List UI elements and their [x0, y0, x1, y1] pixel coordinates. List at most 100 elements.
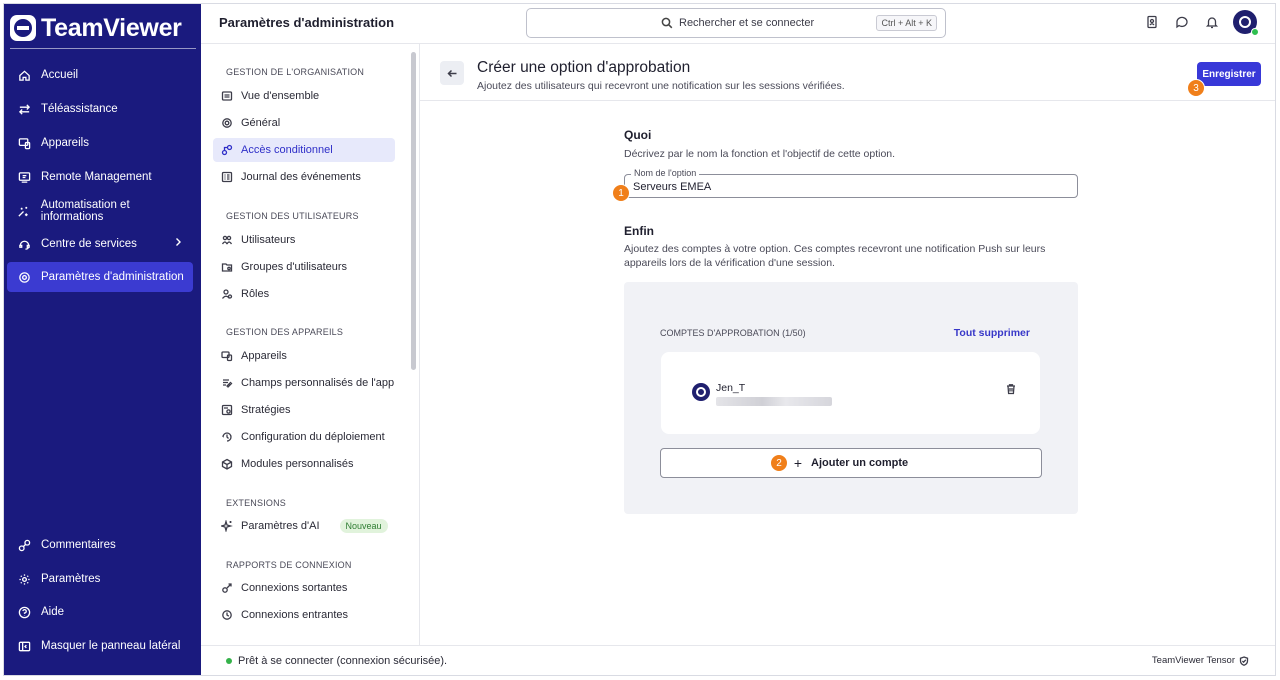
nav-item-label: Téléassistance: [41, 103, 118, 115]
add-account-button[interactable]: + Ajouter un compte: [660, 448, 1042, 478]
submenu-item-label: Modules personnalisés: [241, 458, 354, 470]
overview-icon: [221, 90, 233, 102]
save-button[interactable]: Enregistrer: [1197, 62, 1261, 86]
modules-icon: [221, 458, 233, 470]
submenu-item-connexions-entrantes[interactable]: Connexions entrantes: [213, 603, 395, 627]
policies-icon: [221, 404, 233, 416]
remote-management-icon: [17, 170, 31, 184]
submenu-item-connexions-sortantes[interactable]: Connexions sortantes: [213, 576, 395, 600]
bell-icon[interactable]: [1205, 15, 1219, 29]
section-heading-appareils: GESTION DES APPAREILS: [226, 327, 344, 337]
page-subtitle: Ajoutez des utilisateurs qui recevront u…: [477, 80, 845, 92]
submenu-item-acces-conditionnel[interactable]: Accès conditionnel: [213, 138, 395, 162]
approvers-count-heading: COMPTES D'APPROBATION (1/50): [660, 328, 806, 338]
status-bar: Prêt à se connecter (connexion sécurisée…: [201, 645, 1275, 675]
option-name-field[interactable]: Nom de l'option: [624, 168, 1078, 198]
option-name-input[interactable]: [633, 181, 1063, 193]
account-avatar: [692, 383, 710, 401]
submenu-item-journal-evenements[interactable]: Journal des événements: [213, 165, 395, 189]
submenu-item-groupes-utilisateurs[interactable]: Groupes d'utilisateurs: [213, 255, 395, 279]
nav-item-parametres-administration[interactable]: Paramètres d'administration: [7, 262, 193, 292]
top-bar: Paramètres d'administration Rechercher e…: [201, 4, 1275, 44]
submenu-item-modules-personnalises[interactable]: Modules personnalisés: [213, 452, 395, 476]
brand[interactable]: TeamViewer: [10, 12, 182, 44]
connection-status-icon: [226, 658, 232, 664]
nav-item-label: Paramètres d'administration: [41, 271, 184, 283]
contacts-icon[interactable]: [1145, 15, 1159, 29]
chevron-right-icon: [173, 237, 183, 250]
submenu-item-strategies[interactable]: Stratégies: [213, 398, 395, 422]
nav-item-appareils[interactable]: Appareils: [7, 128, 193, 158]
step-badge-1: 1: [612, 184, 630, 202]
nav-item-commentaires[interactable]: Commentaires: [7, 530, 193, 560]
submenu-item-label: Champs personnalisés de l'app: [241, 377, 395, 389]
submenu-item-parametres-ai[interactable]: Paramètres d'AI Nouveau: [213, 514, 395, 538]
feedback-icon: [17, 538, 31, 552]
trash-icon[interactable]: [1005, 383, 1017, 398]
nav-item-remote-management[interactable]: Remote Management: [7, 162, 193, 192]
nav-item-teleassistance[interactable]: Téléassistance: [7, 94, 193, 124]
deployment-icon: [221, 431, 233, 443]
nav-item-accueil[interactable]: Accueil: [7, 60, 193, 90]
submenu-scrollbar[interactable]: [411, 52, 416, 370]
clear-all-link[interactable]: Tout supprimer: [954, 327, 1030, 339]
nav-item-label: Automatisation et informations: [40, 199, 130, 223]
nav-item-automatisation[interactable]: Automatisation et informations: [7, 196, 193, 226]
submenu-item-label: Groupes d'utilisateurs: [241, 261, 348, 273]
submenu-item-utilisateurs[interactable]: Utilisateurs: [213, 228, 395, 252]
shield-check-icon: [1235, 655, 1249, 666]
submenu-item-general[interactable]: Général: [213, 111, 395, 135]
custom-fields-icon: [221, 377, 233, 389]
service-center-icon: [17, 237, 31, 251]
account-name: Jen_T: [716, 382, 746, 394]
gear-icon: [221, 117, 233, 129]
section-heading-extensions: EXTENSIONS: [226, 498, 287, 508]
incoming-connections-icon: [221, 609, 233, 621]
nav-item-parametres[interactable]: Paramètres: [7, 564, 193, 594]
nav-item-centre-de-services[interactable]: Centre de services: [7, 229, 193, 259]
submenu-item-roles[interactable]: Rôles: [213, 282, 395, 306]
section-title-what: Quoi: [624, 128, 652, 142]
user-avatar[interactable]: [1233, 10, 1259, 36]
main-content: Créer une option d'approbation Ajoutez d…: [420, 44, 1275, 645]
submenu-item-vue-ensemble[interactable]: Vue d'ensemble: [213, 84, 395, 108]
nav-item-label: Appareils: [41, 137, 89, 149]
submenu-item-label: Configuration du déploiement: [241, 431, 385, 443]
submenu-item-configuration-deploiement[interactable]: Configuration du déploiement: [213, 425, 395, 449]
search-icon: [661, 17, 673, 32]
collapse-panel-icon: [17, 639, 31, 653]
status-text: Prêt à se connecter (connexion sécurisée…: [238, 655, 448, 667]
nav-item-label: Accueil: [41, 69, 79, 81]
submenu-item-label: Connexions entrantes: [241, 609, 349, 621]
section-desc-what: Décrivez par le nom la fonction et l'obj…: [624, 148, 896, 160]
section-heading-utilisateurs: GESTION DES UTILISATEURS: [226, 211, 359, 221]
help-icon: [17, 605, 31, 619]
app-window: TeamViewer Accueil Téléassistance Appare…: [3, 3, 1276, 676]
back-button[interactable]: [440, 61, 464, 85]
search-shortcut: Ctrl + Alt + K: [876, 15, 937, 31]
teamviewer-logo-icon: [10, 15, 36, 41]
section-heading-rapports: RAPPORTS DE CONNEXION: [226, 560, 352, 570]
account-card: Jen_T: [661, 352, 1040, 434]
users-icon: [221, 234, 233, 246]
page-header: Créer une option d'approbation Ajoutez d…: [420, 44, 1275, 101]
nav-item-aide[interactable]: Aide: [7, 597, 193, 627]
main-navigation: TeamViewer Accueil Téléassistance Appare…: [4, 4, 201, 675]
nav-item-masquer-panneau[interactable]: Masquer le panneau latéral: [7, 631, 193, 661]
step-badge-2: 2: [770, 454, 788, 472]
chat-icon[interactable]: [1175, 15, 1189, 29]
submenu-item-label: Utilisateurs: [241, 234, 296, 246]
search-input[interactable]: Rechercher et se connecter Ctrl + Alt + …: [526, 8, 946, 38]
submenu-item-champs-personnalises[interactable]: Champs personnalisés de l'app: [213, 371, 395, 395]
submenu-item-label: Stratégies: [241, 404, 291, 416]
submenu-item-label: Journal des événements: [241, 171, 361, 183]
search-placeholder: Rechercher et se connecter: [679, 17, 815, 29]
top-actions: [1129, 10, 1259, 36]
nav-item-label: Masquer le panneau latéral: [41, 640, 181, 652]
submenu-item-appareils[interactable]: Appareils: [213, 344, 395, 368]
submenu-item-label: Appareils: [241, 350, 287, 362]
admin-settings-icon: [17, 270, 31, 284]
devices-icon: [17, 136, 31, 150]
submenu-item-label: Paramètres d'AI: [241, 520, 320, 532]
automation-icon: [17, 204, 31, 218]
